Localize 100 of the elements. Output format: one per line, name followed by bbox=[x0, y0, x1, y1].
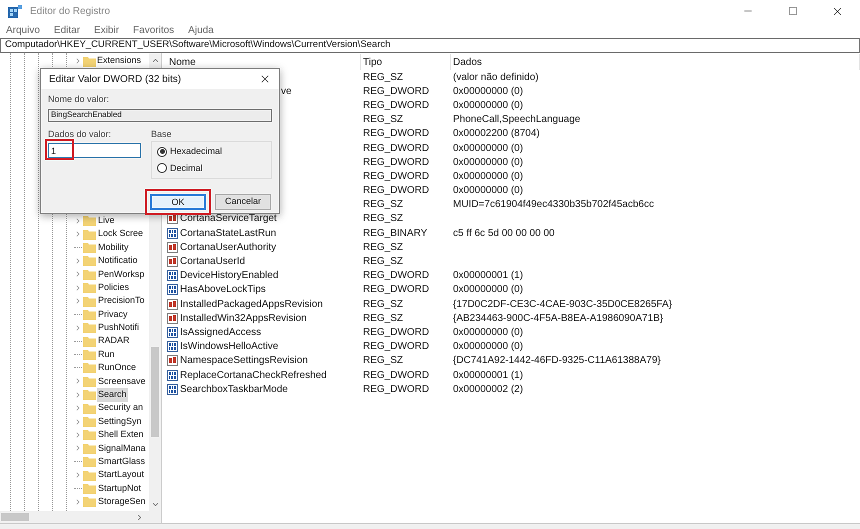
value-data-field[interactable]: 1 bbox=[48, 143, 141, 158]
tree-item[interactable]: StartupNot bbox=[97, 482, 142, 496]
column-header[interactable]: Dados bbox=[453, 54, 482, 70]
value-data: {DC741A92-1442-46FD-9325-C11A61388A79} bbox=[453, 355, 661, 366]
value-name[interactable]: SearchboxTaskbarMode bbox=[180, 382, 288, 397]
tree-item[interactable]: Screensave bbox=[97, 374, 147, 388]
value-type: REG_SZ bbox=[363, 213, 404, 224]
value-data: c5 ff 6c 5d 00 00 00 00 bbox=[453, 228, 555, 239]
value-data: 0x00000000 (0) bbox=[453, 185, 524, 196]
menu-item[interactable]: Ajuda bbox=[186, 22, 216, 38]
value-name[interactable]: CortanaStateLastRun bbox=[180, 226, 276, 241]
tree-item[interactable]: PushNotifi bbox=[97, 321, 140, 335]
horizontal-scrollbar[interactable] bbox=[0, 511, 161, 523]
tree-item[interactable]: Privacy bbox=[97, 308, 129, 322]
tree-item[interactable]: Run bbox=[97, 348, 116, 362]
value-name-field[interactable]: BingSearchEnabled bbox=[48, 108, 272, 122]
tree-item[interactable]: Policies bbox=[97, 280, 130, 294]
expand-icon[interactable] bbox=[74, 471, 82, 480]
expand-icon[interactable] bbox=[74, 498, 82, 506]
column-header[interactable]: Tipo bbox=[363, 54, 382, 70]
value-data: PhoneCall,SpeechLanguage bbox=[453, 114, 580, 126]
maximize-icon[interactable] bbox=[788, 6, 798, 16]
close-icon[interactable] bbox=[259, 73, 271, 85]
value-data: 0x00000000 (0) bbox=[453, 284, 524, 296]
value-name[interactable]: CortanaServiceTarget bbox=[180, 211, 277, 226]
value-type: REG_DWORD bbox=[363, 156, 430, 168]
menu-item[interactable]: Arquivo bbox=[4, 22, 42, 38]
menu-item[interactable]: Favoritos bbox=[131, 22, 176, 38]
folder-icon bbox=[83, 456, 96, 468]
folder-icon bbox=[83, 268, 96, 280]
expand-icon[interactable] bbox=[74, 404, 82, 412]
value-type: REG_DWORD bbox=[363, 142, 430, 154]
value-name[interactable]: ReplaceCortanaCheckRefreshed bbox=[180, 368, 327, 383]
tree-item[interactable]: RunOnce bbox=[97, 361, 138, 375]
value-name[interactable]: HasAboveLockTips bbox=[180, 282, 266, 298]
binary-value-icon bbox=[167, 341, 178, 352]
value-name[interactable]: CortanaUserId bbox=[180, 254, 246, 270]
scrollbar-thumb[interactable] bbox=[151, 347, 159, 437]
tree-item[interactable]: Security an bbox=[97, 401, 144, 415]
value-type: REG_DWORD bbox=[363, 170, 430, 182]
tree-item[interactable]: PenWorksp bbox=[97, 268, 146, 282]
tree-item[interactable]: Lock Scree bbox=[97, 227, 144, 241]
expand-icon[interactable] bbox=[74, 444, 82, 452]
value-name[interactable]: ve bbox=[281, 84, 292, 99]
tree-item[interactable]: SignalMana bbox=[97, 442, 147, 456]
expand-icon[interactable] bbox=[74, 390, 82, 399]
menu-item[interactable]: Exibir bbox=[92, 22, 122, 38]
expand-icon[interactable] bbox=[74, 284, 82, 292]
expand-icon[interactable] bbox=[74, 377, 82, 386]
value-name[interactable]: NamespaceSettingsRevision bbox=[180, 353, 308, 368]
tree-item[interactable]: RADAR bbox=[97, 334, 131, 348]
value-type: REG_SZ bbox=[363, 114, 404, 126]
value-type: REG_SZ bbox=[363, 256, 404, 268]
scrollbar-thumb[interactable] bbox=[1, 513, 29, 521]
scroll-down-icon[interactable] bbox=[150, 500, 160, 509]
tree-item[interactable]: StartLayout bbox=[97, 468, 146, 482]
tree-item[interactable]: PrecisionTo bbox=[97, 294, 146, 308]
dialog-button[interactable]: Cancelar bbox=[215, 194, 271, 210]
scroll-right-icon[interactable] bbox=[135, 512, 144, 522]
value-name[interactable]: IsAssignedAccess bbox=[180, 324, 262, 340]
tree-item[interactable]: Mobility bbox=[97, 240, 130, 254]
expand-icon[interactable] bbox=[74, 418, 82, 426]
tree-item[interactable]: StorageSen bbox=[97, 495, 147, 509]
tree-item[interactable]: Extensions bbox=[97, 54, 142, 68]
value-data: 0x00000000 (0) bbox=[453, 326, 524, 338]
expand-icon[interactable] bbox=[74, 57, 82, 65]
folder-icon bbox=[83, 308, 96, 320]
string-value-icon bbox=[167, 256, 178, 268]
scroll-up-icon[interactable] bbox=[150, 56, 160, 65]
value-data: 0x00000000 (0) bbox=[453, 341, 524, 352]
folder-icon bbox=[83, 470, 96, 481]
expand-icon[interactable] bbox=[74, 216, 82, 225]
expand-icon[interactable] bbox=[74, 430, 82, 439]
binary-value-icon bbox=[167, 228, 178, 239]
dialog-button[interactable]: OK bbox=[150, 194, 206, 210]
tree-item[interactable]: Live bbox=[97, 214, 116, 228]
address-bar[interactable]: Computador\HKEY_CURRENT_USER\Software\Microsoft\Windows\CurrentVersion\Search bbox=[0, 38, 860, 53]
value-name[interactable]: CortanaUserAuthority bbox=[180, 240, 276, 255]
dialog-title: Editar Valor DWORD (32 bits) bbox=[49, 72, 182, 86]
expand-icon[interactable] bbox=[74, 297, 82, 306]
string-value-icon bbox=[167, 355, 178, 366]
value-name[interactable]: DeviceHistoryEnabled bbox=[180, 268, 278, 284]
column-header[interactable]: Nome bbox=[169, 54, 196, 70]
value-data: {AB234463-900C-4F5A-B8EA-A1986090A71B} bbox=[453, 312, 664, 324]
tree-item[interactable]: SettingSyn bbox=[97, 414, 143, 428]
radio-button[interactable] bbox=[157, 163, 167, 174]
expand-icon[interactable] bbox=[74, 230, 82, 238]
expand-icon[interactable] bbox=[74, 324, 82, 332]
value-name[interactable]: InstalledPackagedAppsRevision bbox=[180, 296, 323, 312]
value-name[interactable]: IsWindowsHelloActive bbox=[180, 339, 278, 354]
radio-button[interactable] bbox=[157, 146, 167, 157]
value-name[interactable]: InstalledWin32AppsRevision bbox=[180, 310, 307, 326]
tree-item[interactable]: Notificatio bbox=[97, 254, 139, 268]
tree-item[interactable]: Shell Exten bbox=[97, 428, 145, 442]
folder-icon bbox=[83, 429, 96, 440]
tree-item[interactable]: Search bbox=[97, 388, 128, 402]
menu-item[interactable]: Editar bbox=[52, 22, 82, 38]
tree-item[interactable]: SmartGlass bbox=[97, 454, 146, 468]
expand-icon[interactable] bbox=[74, 256, 82, 265]
expand-icon[interactable] bbox=[74, 270, 82, 278]
